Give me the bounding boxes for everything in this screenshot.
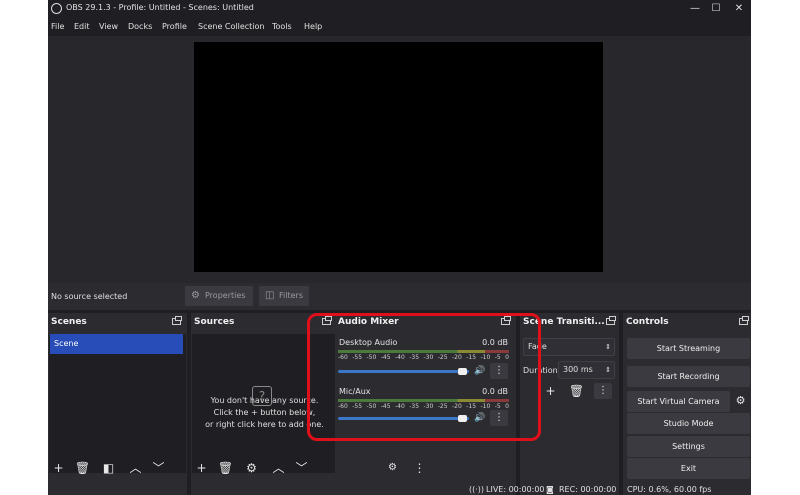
dock-float-icon[interactable]	[172, 316, 182, 325]
rec-icon: ◙	[546, 485, 554, 494]
obs-logo-icon	[51, 3, 62, 14]
move-up-icon[interactable]: ︿	[270, 460, 287, 476]
remove-transition-icon[interactable]: 🗑	[568, 383, 585, 399]
filters-icon: ◫	[265, 290, 275, 301]
source-properties-icon[interactable]: ⚙	[243, 460, 260, 476]
minimize-button[interactable]: —	[685, 1, 705, 17]
duration-value: 300 ms	[563, 365, 593, 374]
move-down-icon[interactable]: ﹀	[293, 460, 310, 476]
menu-file[interactable]: File	[51, 22, 64, 31]
sources-title: Sources	[194, 317, 235, 327]
highlight-annotation	[307, 313, 541, 441]
rec-status: REC: 00:00:00	[559, 485, 617, 494]
mixer-menu-icon[interactable]: ⋮	[411, 460, 428, 476]
updown-icon: ⇕	[605, 366, 611, 374]
menu-view[interactable]: View	[99, 22, 118, 31]
live-icon: ((·))	[469, 485, 485, 494]
duration-spinbox[interactable]: 300 ms ⇕	[558, 361, 615, 379]
move-down-icon[interactable]: ﹀	[150, 460, 167, 476]
add-scene-icon[interactable]: +	[50, 460, 67, 476]
advanced-audio-icon[interactable]: ⚙	[384, 460, 401, 476]
close-button[interactable]: ✕	[729, 1, 749, 17]
source-toolbar: No source selected ⚙ Properties ◫ Filter…	[48, 283, 751, 310]
dock-float-icon[interactable]	[606, 316, 616, 325]
menu-scene-collection[interactable]: Scene Collection	[198, 22, 265, 31]
preview-area	[48, 36, 751, 283]
menu-edit[interactable]: Edit	[74, 22, 90, 31]
properties-label: Properties	[205, 291, 246, 300]
start-streaming-button[interactable]: Start Streaming	[627, 338, 750, 359]
scenes-dock: Scenes Scene + 🗑 ◧ ︿ ﹀	[48, 313, 187, 495]
menu-tools[interactable]: Tools	[272, 22, 292, 31]
scenes-list: Scene	[49, 334, 186, 473]
title-bar: OBS 29.1.3 - Profile: Untitled - Scenes:…	[48, 0, 751, 18]
settings-button[interactable]: Settings	[627, 436, 750, 457]
filters-button[interactable]: ◫ Filters	[259, 286, 309, 306]
dock-float-icon[interactable]	[739, 316, 749, 325]
menu-bar: File Edit View Docks Profile Scene Colle…	[48, 18, 751, 36]
gear-icon: ⚙	[191, 290, 200, 301]
add-source-icon[interactable]: +	[193, 460, 210, 476]
cpu-status: CPU: 0.6%, 60.00 fps	[627, 485, 712, 494]
maximize-button[interactable]: ☐	[706, 1, 726, 17]
no-source-label: No source selected	[51, 292, 128, 301]
add-transition-icon[interactable]: +	[542, 383, 559, 399]
remove-scene-icon[interactable]: 🗑	[74, 460, 91, 476]
scenes-title: Scenes	[51, 317, 87, 327]
properties-button[interactable]: ⚙ Properties	[185, 286, 253, 306]
live-status: LIVE: 00:00:00	[486, 485, 545, 494]
menu-profile[interactable]: Profile	[162, 22, 187, 31]
preview-canvas[interactable]	[194, 42, 603, 272]
exit-button[interactable]: Exit	[627, 458, 750, 479]
window-title: OBS 29.1.3 - Profile: Untitled - Scenes:…	[66, 3, 254, 12]
scene-item[interactable]: Scene	[50, 334, 183, 354]
controls-title: Controls	[626, 317, 669, 327]
updown-icon: ⇕	[605, 343, 611, 351]
transition-menu-button[interactable]: ⋮	[594, 383, 612, 399]
controls-dock: Controls Start Streaming Start Recording…	[623, 313, 751, 495]
move-up-icon[interactable]: ︿	[127, 460, 144, 476]
studio-mode-button[interactable]: Studio Mode	[627, 413, 750, 434]
menu-help[interactable]: Help	[304, 22, 322, 31]
remove-source-icon[interactable]: 🗑	[217, 460, 234, 476]
virtual-camera-settings-icon[interactable]: ⚙	[732, 393, 749, 409]
menu-docks[interactable]: Docks	[128, 22, 152, 31]
start-virtual-camera-button[interactable]: Start Virtual Camera	[627, 391, 730, 412]
filters-label: Filters	[279, 291, 303, 300]
scene-filters-icon[interactable]: ◧	[100, 460, 117, 476]
start-recording-button[interactable]: Start Recording	[627, 366, 750, 387]
